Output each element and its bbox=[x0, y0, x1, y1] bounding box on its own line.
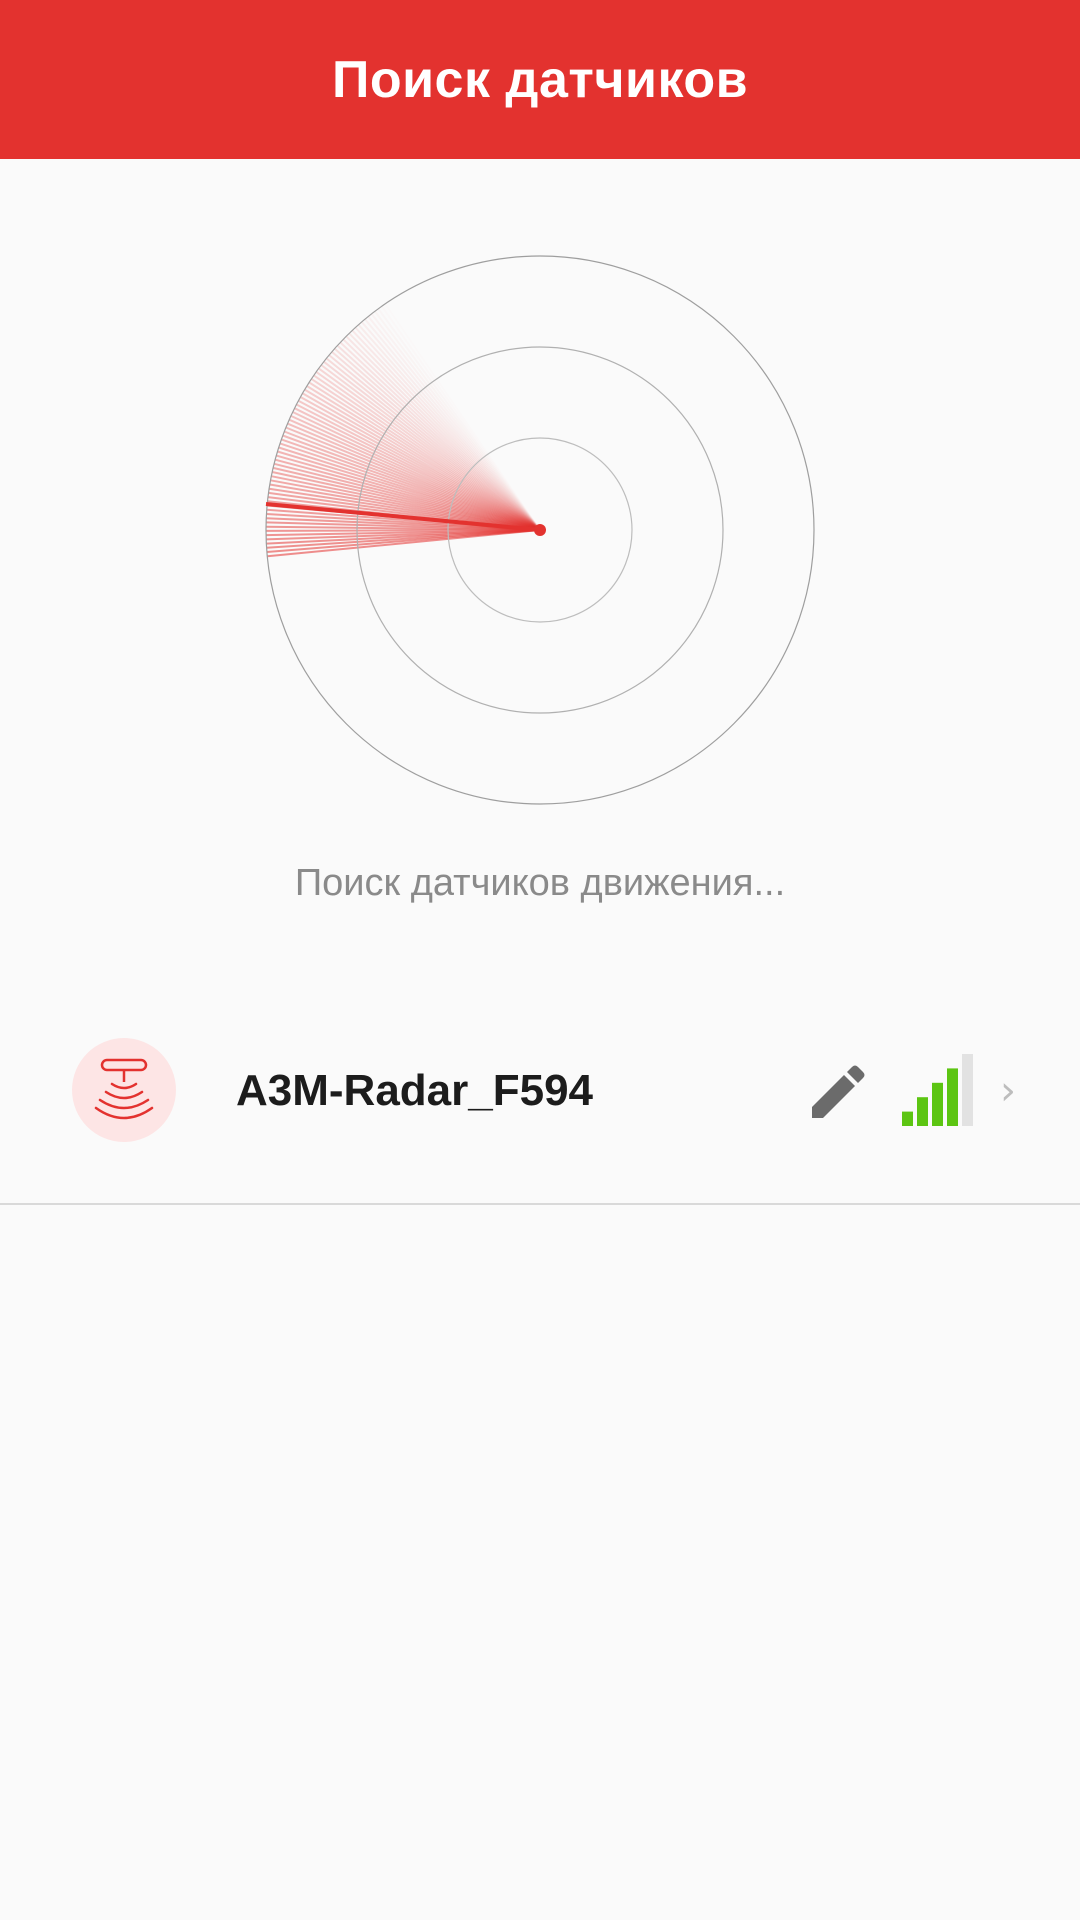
signal-bar bbox=[962, 1054, 973, 1126]
signal-strength-icon bbox=[902, 1052, 980, 1128]
signal-bar bbox=[902, 1111, 913, 1126]
signal-bar bbox=[947, 1068, 958, 1126]
radar-sensor-icon bbox=[72, 1038, 176, 1142]
signal-bar bbox=[932, 1082, 943, 1126]
app-screen: Поиск датчиков Поиск датчиков движения..… bbox=[0, 0, 1080, 1920]
radar-scanner bbox=[260, 250, 820, 810]
pencil-icon[interactable] bbox=[800, 1060, 870, 1130]
list-divider bbox=[0, 1203, 1080, 1205]
search-status-text: Поиск датчиков движения... bbox=[294, 862, 786, 904]
signal-bar bbox=[917, 1097, 928, 1126]
device-name: A3M-Radar_F594 bbox=[236, 1066, 594, 1115]
chevron-right-icon: › bbox=[1000, 1068, 1016, 1114]
radar-center-dot bbox=[534, 524, 546, 536]
page-title: Поиск датчиков bbox=[331, 50, 749, 109]
radar-graphic bbox=[265, 255, 815, 805]
device-list-item[interactable]: A3M-Radar_F594 › bbox=[0, 1030, 1080, 1180]
app-header: Поиск датчиков bbox=[0, 0, 1080, 159]
